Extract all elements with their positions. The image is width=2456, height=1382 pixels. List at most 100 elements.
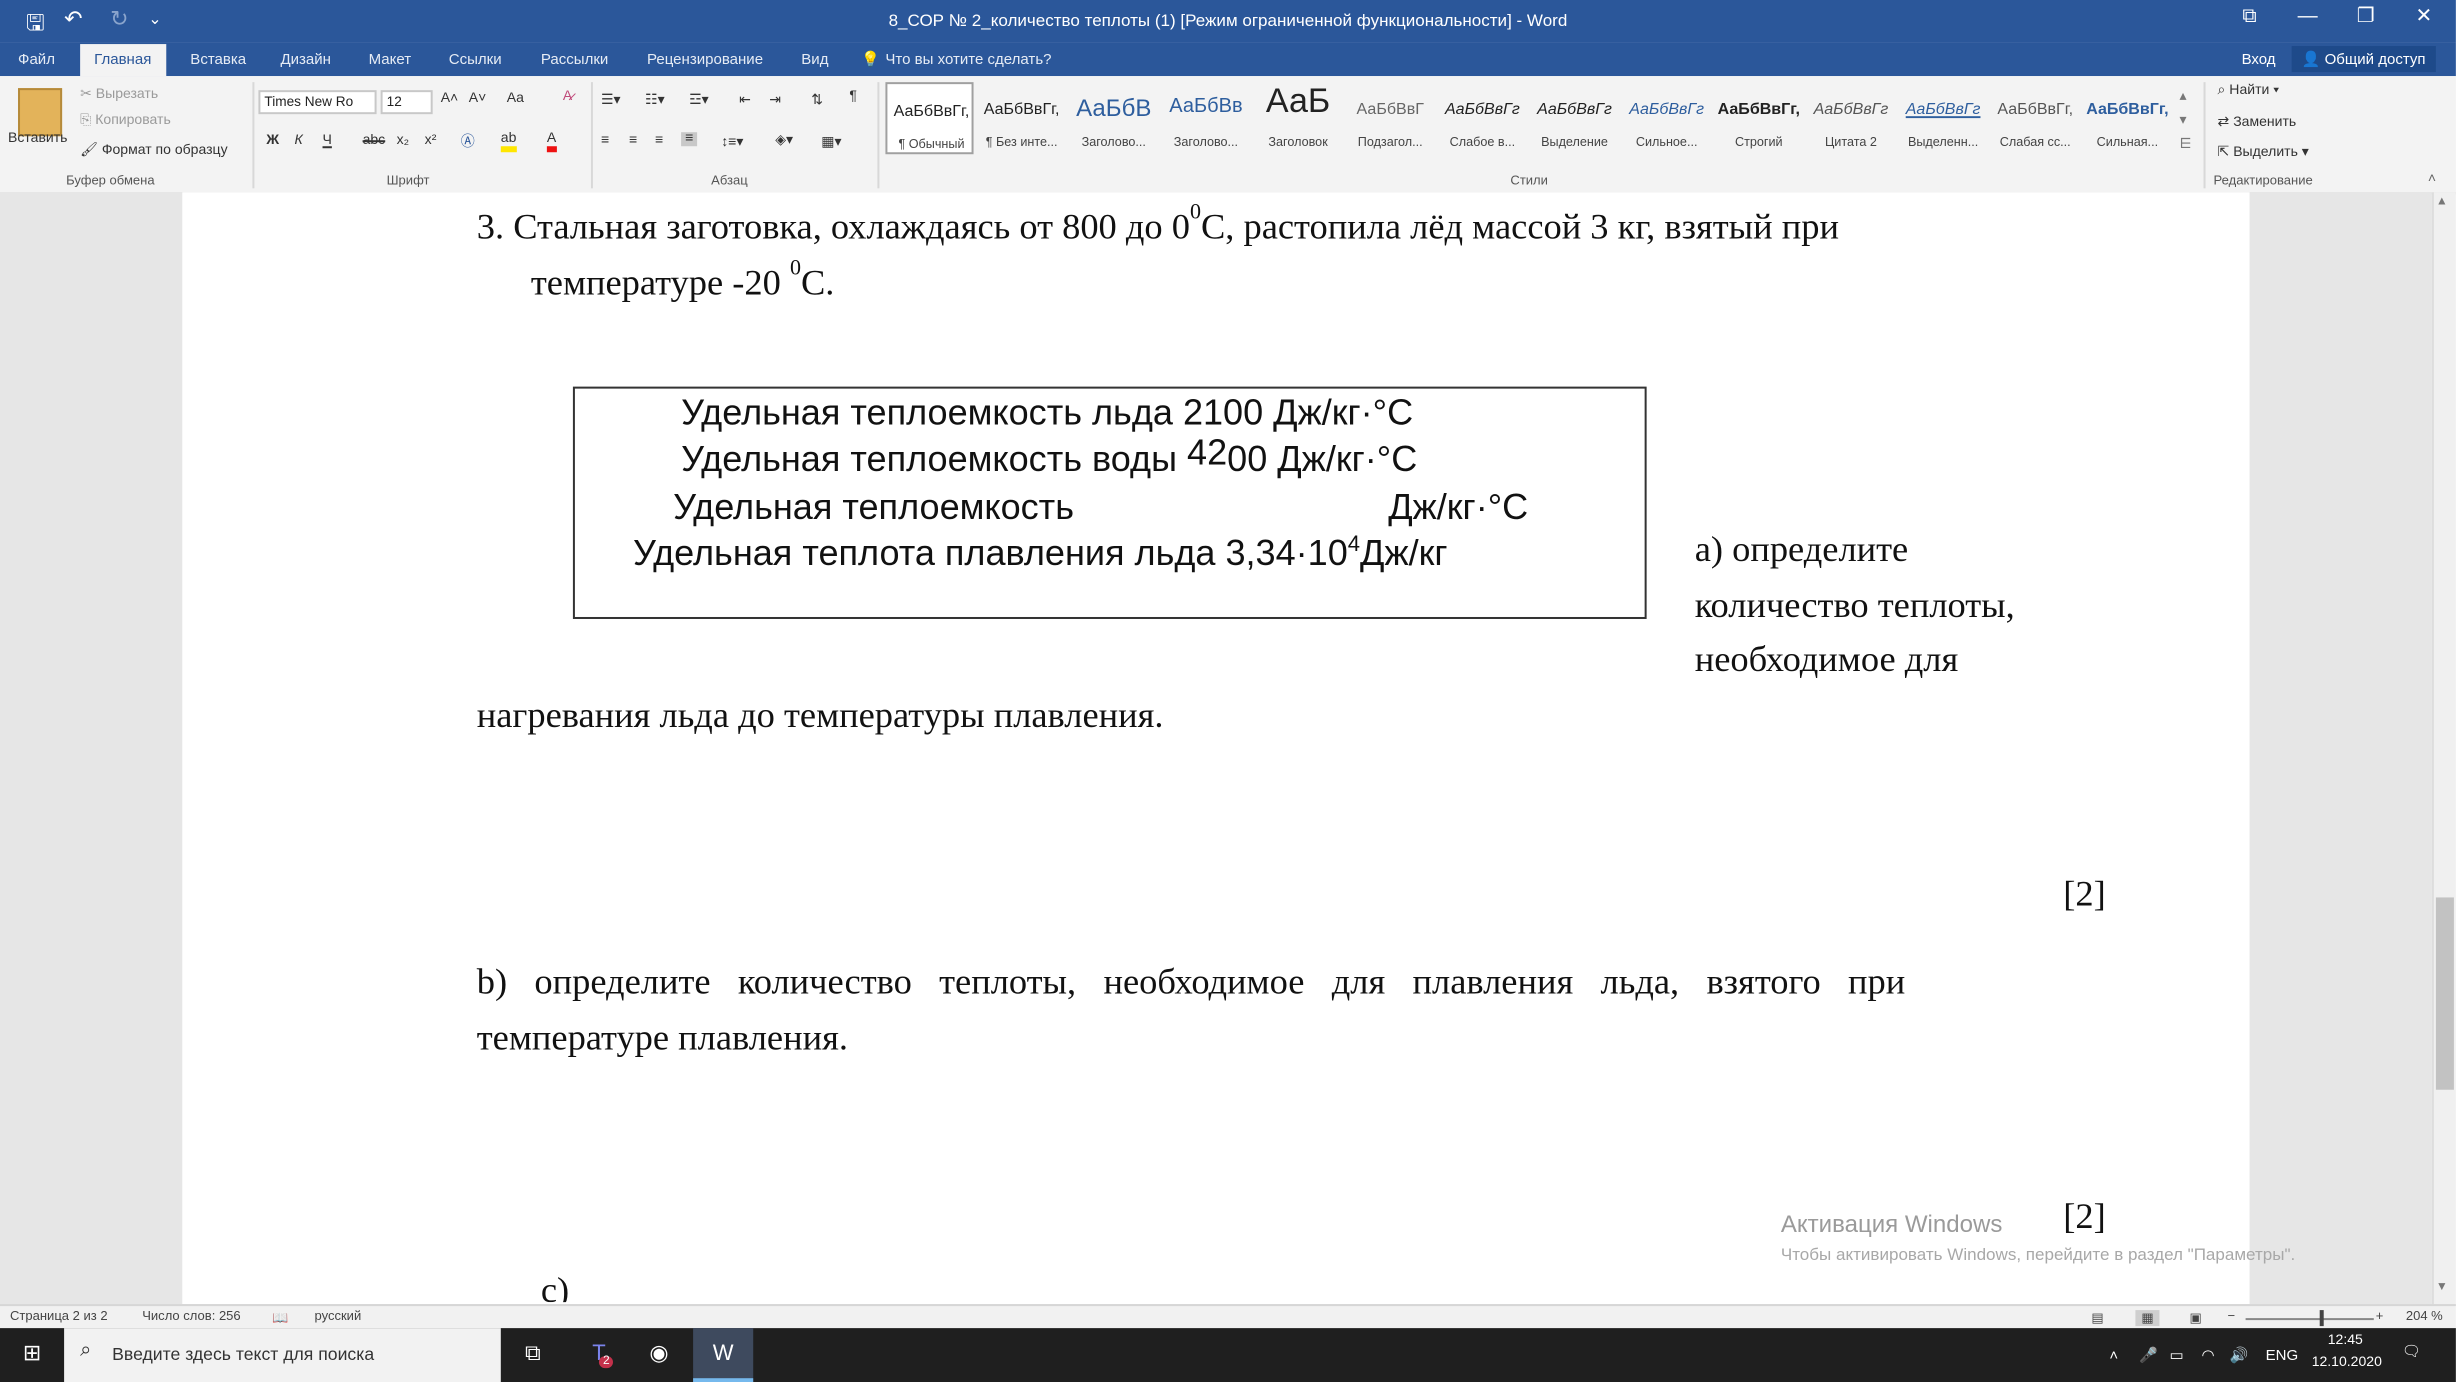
task-view-icon[interactable]: ⧉ bbox=[503, 1328, 563, 1382]
italic-button[interactable]: К bbox=[294, 134, 302, 148]
constants-table-image[interactable]: Удельная теплоемкость льда 2100 Дж/кг·°С… bbox=[572, 386, 1647, 619]
shrink-font-button[interactable]: A˅ bbox=[469, 92, 487, 106]
increase-indent-icon[interactable]: ⇥ bbox=[769, 92, 781, 108]
borders-icon[interactable]: ▦▾ bbox=[821, 134, 841, 150]
gallery-up-icon[interactable]: ▴ bbox=[2179, 88, 2186, 104]
style-item[interactable]: АаБбВвГг Слабое в... bbox=[1438, 82, 1526, 154]
close-button[interactable]: ✕ bbox=[2402, 6, 2446, 36]
input-language[interactable]: ENG bbox=[2266, 1346, 2299, 1364]
strikethrough-button[interactable]: abc bbox=[363, 134, 386, 148]
scrollbar-thumb[interactable] bbox=[2435, 897, 2454, 1090]
word-taskbar-icon[interactable]: W bbox=[693, 1328, 754, 1382]
line-spacing-icon[interactable]: ↕≡▾ bbox=[721, 134, 743, 150]
style-item[interactable]: АаБбВвГг, Слабая сс... bbox=[1991, 82, 2079, 154]
style-item[interactable]: АаБ Заголовок bbox=[1254, 82, 1342, 154]
gallery-more-icon[interactable]: ⋿ bbox=[2179, 136, 2191, 152]
show-hidden-icons[interactable]: ˄ bbox=[2109, 1346, 2118, 1364]
teams-icon[interactable]: T bbox=[569, 1328, 629, 1382]
windows-start-icon[interactable]: ⊞ bbox=[2, 1328, 62, 1382]
restore-button[interactable]: ❐ bbox=[2344, 6, 2388, 36]
change-case-button[interactable]: Aa bbox=[507, 92, 524, 106]
gallery-down-icon[interactable]: ▾ bbox=[2179, 112, 2186, 128]
style-item[interactable]: АаБбВвГг, ¶ Без инте... bbox=[978, 82, 1066, 154]
style-item[interactable]: АаБбВвГг Цитата 2 bbox=[1807, 82, 1895, 154]
ribbon-display-options-icon[interactable]: ⧉ bbox=[2228, 6, 2272, 36]
multilevel-list-icon[interactable]: ☲▾ bbox=[689, 92, 709, 108]
microphone-icon[interactable]: 🎤 bbox=[2139, 1346, 2158, 1364]
align-center-icon[interactable]: ≡ bbox=[629, 134, 637, 148]
scroll-up-icon[interactable]: ▲ bbox=[2436, 196, 2448, 208]
format-painter-button[interactable]: 🖌 Формат по образцу bbox=[80, 142, 227, 158]
paste-button[interactable]: Вставить bbox=[8, 132, 67, 146]
document-page[interactable] bbox=[182, 192, 2250, 1305]
chrome-icon[interactable]: ◉ bbox=[629, 1328, 689, 1382]
numbering-icon[interactable]: ☷▾ bbox=[645, 92, 665, 108]
style-item[interactable]: АаБбВ Заголово... bbox=[1070, 82, 1158, 154]
paste-icon[interactable] bbox=[18, 88, 63, 137]
web-layout-icon[interactable]: ▣ bbox=[2189, 1310, 2201, 1326]
style-item[interactable]: АаБбВвГг Выделенн... bbox=[1899, 82, 1987, 154]
zoom-level[interactable]: 204 % bbox=[2406, 1310, 2443, 1324]
share-button[interactable]: 👤 Общий доступ bbox=[2291, 46, 2436, 73]
style-item[interactable]: АаБбВв Заголово... bbox=[1162, 82, 1250, 154]
replace-button[interactable]: ⇄ Заменить bbox=[2218, 114, 2297, 130]
taskbar-search[interactable]: ⌕ Введите здесь текст для поиска bbox=[64, 1328, 501, 1382]
tab-file[interactable]: Файл bbox=[18, 50, 55, 68]
read-mode-icon[interactable]: ▤ bbox=[2091, 1310, 2103, 1326]
collapse-ribbon-icon[interactable]: ˄ bbox=[2428, 172, 2436, 186]
align-left-icon[interactable]: ≡ bbox=[601, 134, 609, 148]
style-item[interactable]: АаБбВвГ Подзагол... bbox=[1346, 82, 1434, 154]
copy-button[interactable]: ⎘ Копировать bbox=[80, 114, 171, 130]
grow-font-button[interactable]: A˄ bbox=[441, 92, 459, 106]
style-item[interactable]: АаБбВвГг Выделение bbox=[1530, 82, 1618, 154]
select-button[interactable]: ⇱ Выделить ▾ bbox=[2218, 144, 2309, 160]
zoom-slider-thumb[interactable] bbox=[2319, 1310, 2324, 1327]
font-color-icon[interactable]: A bbox=[546, 132, 557, 153]
justify-icon[interactable]: ≡ bbox=[681, 132, 698, 147]
superscript-button[interactable]: x² bbox=[425, 134, 437, 148]
sort-icon[interactable]: ⇅ bbox=[811, 92, 823, 108]
shading-icon[interactable]: ◈▾ bbox=[775, 132, 793, 148]
word-count[interactable]: Число слов: 256 bbox=[142, 1310, 240, 1324]
highlight-icon[interactable]: ab bbox=[500, 132, 517, 153]
bullets-icon[interactable]: ☰▾ bbox=[601, 92, 621, 108]
zoom-out-icon[interactable]: − bbox=[2228, 1310, 2236, 1324]
battery-icon[interactable]: ▭ bbox=[2169, 1346, 2183, 1364]
zoom-in-icon[interactable]: + bbox=[2376, 1310, 2384, 1324]
tab-view[interactable]: Вид bbox=[801, 50, 828, 68]
sign-in-link[interactable]: Вход bbox=[2242, 50, 2276, 68]
find-button[interactable]: ⌕ Найти ▾ bbox=[2218, 84, 2280, 100]
style-item[interactable]: АаБбВвГг, Сильная... bbox=[2083, 82, 2171, 154]
notifications-icon[interactable]: 🗨 bbox=[2402, 1342, 2421, 1360]
tab-references[interactable]: Ссылки bbox=[449, 50, 502, 68]
clock-date[interactable]: 12.10.2020 bbox=[2312, 1356, 2382, 1370]
tab-mailings[interactable]: Рассылки bbox=[541, 50, 608, 68]
bold-button[interactable]: Ж bbox=[266, 134, 279, 148]
minimize-button[interactable]: — bbox=[2286, 6, 2330, 36]
text-effects-icon[interactable]: Ⓐ bbox=[461, 132, 475, 152]
align-right-icon[interactable]: ≡ bbox=[655, 134, 663, 148]
subscript-button[interactable]: x₂ bbox=[397, 134, 409, 148]
font-size-combo[interactable]: 12 bbox=[380, 90, 433, 115]
tab-layout[interactable]: Макет bbox=[369, 50, 412, 68]
style-item[interactable]: АаБбВвГг Сильное... bbox=[1623, 82, 1711, 154]
page-count[interactable]: Страница 2 из 2 bbox=[10, 1310, 108, 1324]
cut-button[interactable]: ✂ Вырезать bbox=[80, 86, 158, 102]
tab-review[interactable]: Рецензирование bbox=[647, 50, 763, 68]
style-item[interactable]: АаБбВвГг, ¶ Обычный bbox=[885, 82, 974, 155]
print-layout-icon[interactable]: ▦ bbox=[2135, 1310, 2160, 1327]
clear-formatting-icon[interactable]: A̷ bbox=[563, 90, 572, 104]
tab-insert[interactable]: Вставка bbox=[190, 50, 246, 68]
font-name-combo[interactable]: Times New Ro bbox=[258, 90, 377, 115]
tab-design[interactable]: Дизайн bbox=[280, 50, 331, 68]
zoom-slider[interactable] bbox=[2245, 1318, 2374, 1321]
volume-icon[interactable]: 🔊 bbox=[2230, 1346, 2249, 1364]
scroll-down-icon[interactable]: ▼ bbox=[2436, 1282, 2448, 1294]
show-formatting-marks-icon[interactable]: ¶ bbox=[849, 90, 857, 104]
proofing-icon[interactable]: 📖 bbox=[272, 1310, 288, 1326]
vertical-scrollbar[interactable] bbox=[2431, 192, 2456, 1305]
language-indicator[interactable]: русский bbox=[315, 1310, 362, 1324]
network-icon[interactable]: ◠ bbox=[2202, 1346, 2215, 1364]
decrease-indent-icon[interactable]: ⇤ bbox=[739, 92, 751, 108]
tab-home[interactable]: Главная bbox=[80, 44, 166, 77]
